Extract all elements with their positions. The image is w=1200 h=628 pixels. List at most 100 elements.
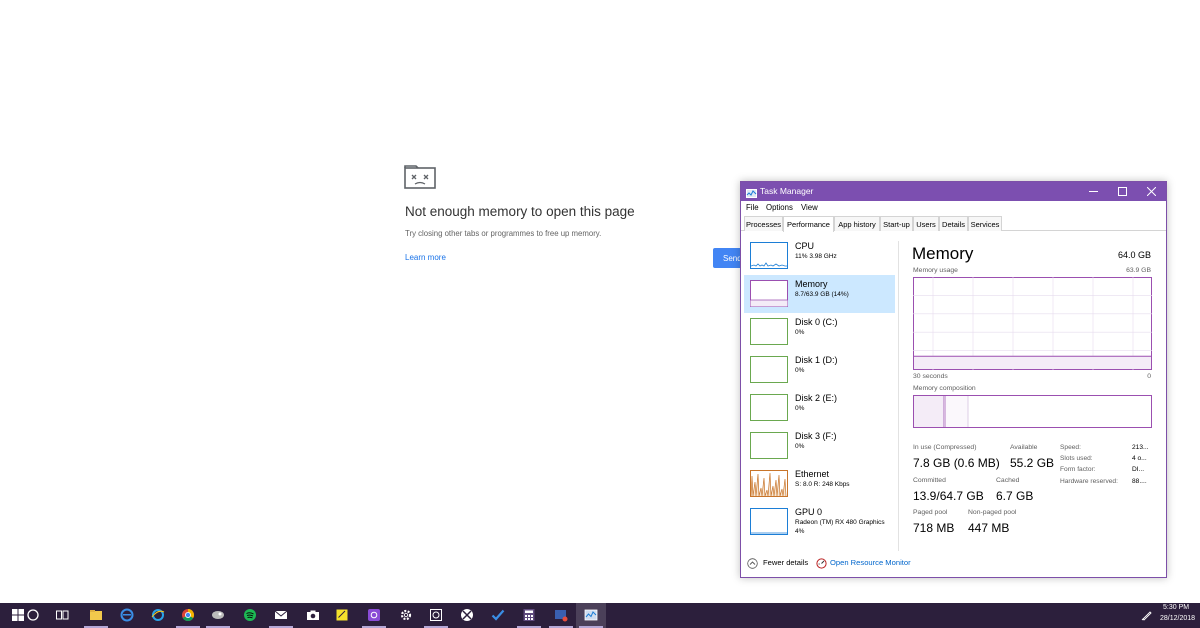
minimize-button[interactable] (1079, 182, 1108, 201)
tab-startup[interactable]: Start-up (880, 216, 913, 231)
taskbar-button-settings[interactable] (391, 603, 421, 628)
resource-thumbnail-graph (750, 432, 788, 459)
maximize-button[interactable] (1108, 182, 1137, 201)
taskbar-button-cortana[interactable] (18, 603, 48, 628)
tab-performance[interactable]: Performance (783, 216, 834, 232)
graph-time-left: 30 seconds (913, 373, 948, 380)
cortana-icon (27, 609, 39, 621)
hardware-reserved-label: Hardware reserved: (1060, 478, 1118, 485)
taskbar-button-task-manager[interactable] (576, 603, 606, 628)
todo-icon (491, 609, 505, 621)
in-use-value: 7.8 GB (0.6 MB) (913, 456, 1000, 470)
resource-thumbnail-graph (750, 356, 788, 383)
taskbar-button-camera[interactable] (298, 603, 328, 628)
task-view-icon (56, 610, 69, 620)
file-explorer-icon (90, 610, 102, 620)
resource-detail: 11% 3.98 GHz (795, 253, 837, 260)
title-bar[interactable]: Task Manager (741, 182, 1166, 201)
taskbar-button-sticky-notes[interactable] (327, 603, 357, 628)
resource-name: CPU (795, 241, 815, 251)
composition-standby (946, 396, 968, 427)
resource-name: Ethernet (795, 469, 830, 479)
graph-time-right: 0 (1147, 373, 1151, 380)
resource-detail: 0% (795, 405, 805, 412)
menu-options[interactable]: Options (766, 203, 793, 212)
paged-pool-label: Paged pool (913, 509, 948, 516)
resource-name: Disk 0 (C:) (795, 317, 838, 327)
taskbar-button-app[interactable] (203, 603, 233, 628)
memory-heading: Memory (912, 244, 974, 263)
resource-detail: 0% (795, 329, 805, 336)
taskbar-button-instagram[interactable] (359, 603, 389, 628)
resource-item-ethernet[interactable]: Ethernet S: 8.0 R: 248 Kbps (744, 465, 895, 503)
resource-thumbnail-graph (750, 508, 788, 535)
resource-detail-secondary: 4% (795, 528, 805, 535)
tab-users[interactable]: Users (913, 216, 939, 231)
pen-workspace-icon[interactable] (1141, 608, 1153, 621)
taskbar-button-chrome[interactable] (173, 603, 203, 628)
settings-icon (400, 609, 412, 621)
sad-tab-icon (404, 165, 436, 189)
resource-item-disk-2-e[interactable]: Disk 2 (E:) 0% (744, 389, 895, 427)
taskbar-button-snip[interactable] (546, 603, 576, 628)
resource-thumbnail-graph (750, 394, 788, 421)
resource-item-gpu-0[interactable]: GPU 0 Radeon (TM) RX 480 Graphics 4% (744, 503, 895, 541)
taskbar-button-xbox[interactable] (452, 603, 482, 628)
speed-value: 213... (1132, 444, 1149, 451)
resource-item-cpu[interactable]: CPU 11% 3.98 GHz (744, 237, 895, 275)
resource-thumbnail-graph (750, 242, 788, 269)
taskbar-button-task-view[interactable] (47, 603, 77, 628)
memory-composition-bar (913, 395, 1152, 428)
resource-item-disk-1-d[interactable]: Disk 1 (D:) 0% (744, 351, 895, 389)
chevron-up-icon[interactable] (747, 556, 758, 569)
menu-view[interactable]: View (801, 203, 818, 212)
sticky-notes-icon (336, 609, 348, 621)
resource-detail: 0% (795, 443, 805, 450)
tab-strip: Processes Performance App history Start-… (741, 216, 1166, 232)
memory-composition-label: Memory composition (913, 385, 976, 392)
app-icon (212, 611, 224, 619)
clock-date[interactable]: 28/12/2018 (1160, 615, 1195, 622)
pane-divider[interactable] (898, 241, 899, 551)
speed-label: Speed: (1060, 444, 1081, 451)
taskbar-button-todo[interactable] (483, 603, 513, 628)
resource-name: Memory (795, 279, 828, 289)
desktop: Not enough memory to open this page Try … (0, 0, 1200, 628)
resource-item-disk-3-f[interactable]: Disk 3 (F:) 0% (744, 427, 895, 465)
taskbar-button-spotify[interactable] (235, 603, 265, 628)
error-title: Not enough memory to open this page (405, 204, 635, 219)
photo-viewer-icon (430, 609, 442, 621)
resource-item-disk-0-c[interactable]: Disk 0 (C:) 0% (744, 313, 895, 351)
resource-monitor-icon[interactable] (816, 556, 827, 569)
fewer-details-button[interactable]: Fewer details (763, 558, 808, 567)
taskbar-button-file-explorer[interactable] (81, 603, 111, 628)
taskbar-button-photo-viewer[interactable] (421, 603, 451, 628)
chrome-icon (182, 609, 195, 622)
resource-item-memory[interactable]: Memory 8.7/63.9 GB (14%) (744, 275, 895, 313)
open-resource-monitor-link[interactable]: Open Resource Monitor (830, 558, 911, 567)
tab-processes[interactable]: Processes (744, 216, 783, 231)
clock-time[interactable]: 5:30 PM (1163, 604, 1189, 611)
taskbar-button-calculator[interactable] (514, 603, 544, 628)
taskbar-button-internet-explorer[interactable] (143, 603, 173, 628)
committed-value: 13.9/64.7 GB (913, 489, 984, 503)
cached-label: Cached (996, 477, 1020, 484)
footer: Fewer details Open Resource Monitor (741, 552, 1166, 577)
minimize-icon (1089, 191, 1098, 192)
taskbar-button-mail[interactable] (266, 603, 296, 628)
error-subtitle: Try closing other tabs or programmes to … (405, 229, 602, 238)
form-factor-value: DI... (1132, 466, 1145, 473)
tab-services[interactable]: Services (968, 216, 1002, 231)
memory-usage-label: Memory usage (913, 267, 958, 274)
close-button[interactable] (1137, 182, 1166, 201)
taskbar-button-edge[interactable] (112, 603, 142, 628)
spotify-icon (244, 609, 256, 621)
learn-more-link[interactable]: Learn more (405, 253, 446, 262)
tab-app-history[interactable]: App history (834, 216, 880, 231)
tab-details[interactable]: Details (939, 216, 968, 231)
paged-pool-value: 718 MB (913, 521, 955, 535)
calculator-icon (523, 609, 535, 621)
menu-file[interactable]: File (746, 203, 759, 212)
resource-detail: Radeon (TM) RX 480 Graphics (795, 519, 885, 526)
task-manager-icon (584, 609, 598, 621)
